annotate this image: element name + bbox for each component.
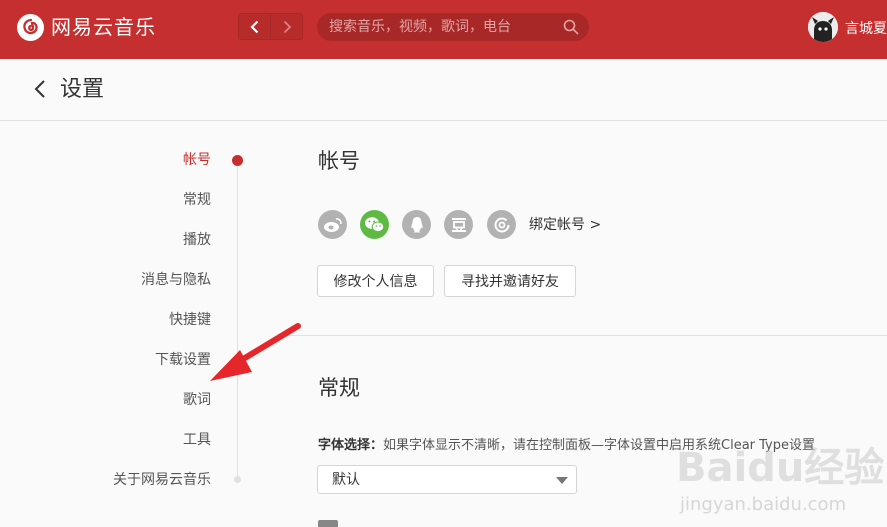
baidu-watermark: Baidu经验 jingyan.baidu.com bbox=[676, 444, 887, 527]
top-bar: 网易云音乐 言城夏 bbox=[0, 0, 887, 59]
menu-item-tools[interactable]: 工具 bbox=[183, 430, 211, 450]
app-title: 网易云音乐 bbox=[51, 15, 156, 39]
search-icon[interactable] bbox=[563, 19, 579, 35]
menu-item-lyrics[interactable]: 歌词 bbox=[183, 390, 211, 410]
username[interactable]: 言城夏 bbox=[845, 18, 887, 38]
font-selection-label: 字体选择： bbox=[318, 438, 384, 453]
caret-down-icon bbox=[556, 477, 568, 484]
menu-item-account[interactable]: 帐号 bbox=[183, 150, 211, 170]
watermark-logo: Baidu经验 bbox=[676, 445, 885, 491]
next-section-peek bbox=[318, 520, 338, 527]
active-menu-dot bbox=[232, 155, 243, 166]
chevron-right-icon bbox=[283, 20, 291, 33]
watermark-url: jingyan.baidu.com bbox=[680, 494, 847, 515]
edit-profile-button[interactable]: 修改个人信息 bbox=[317, 265, 434, 297]
nav-forward-button[interactable] bbox=[270, 13, 303, 40]
netease-icon[interactable] bbox=[487, 210, 516, 239]
general-section-title: 常规 bbox=[318, 376, 360, 400]
menu-end-dot bbox=[234, 476, 241, 483]
nav-back-button[interactable] bbox=[238, 13, 271, 40]
account-section-title: 帐号 bbox=[318, 149, 360, 173]
back-arrow-icon[interactable] bbox=[33, 79, 47, 99]
bind-account-link[interactable]: 绑定帐号 > bbox=[529, 215, 601, 235]
qq-icon[interactable] bbox=[402, 210, 431, 239]
netease-music-logo-icon[interactable] bbox=[17, 14, 44, 41]
menu-item-about[interactable]: 关于网易云音乐 bbox=[113, 470, 211, 490]
chevron-left-icon bbox=[249, 20, 258, 33]
annotation-arrow-icon bbox=[210, 323, 301, 381]
page-title: 设置 bbox=[60, 77, 105, 102]
font-select[interactable]: 默认 bbox=[317, 465, 577, 494]
section-divider bbox=[285, 335, 887, 336]
search-input[interactable] bbox=[329, 13, 554, 41]
search-box bbox=[317, 13, 589, 41]
weibo-icon[interactable] bbox=[318, 210, 347, 239]
page-header bbox=[0, 59, 887, 121]
douban-icon[interactable] bbox=[444, 210, 473, 239]
user-avatar[interactable] bbox=[808, 12, 838, 42]
menu-item-privacy[interactable]: 消息与隐私 bbox=[141, 270, 211, 290]
wechat-icon[interactable] bbox=[360, 210, 389, 239]
menu-item-general[interactable]: 常规 bbox=[183, 190, 211, 210]
font-select-value: 默认 bbox=[332, 472, 360, 488]
invite-friends-button[interactable]: 寻找并邀请好友 bbox=[444, 265, 576, 297]
menu-item-playback[interactable]: 播放 bbox=[183, 230, 211, 250]
